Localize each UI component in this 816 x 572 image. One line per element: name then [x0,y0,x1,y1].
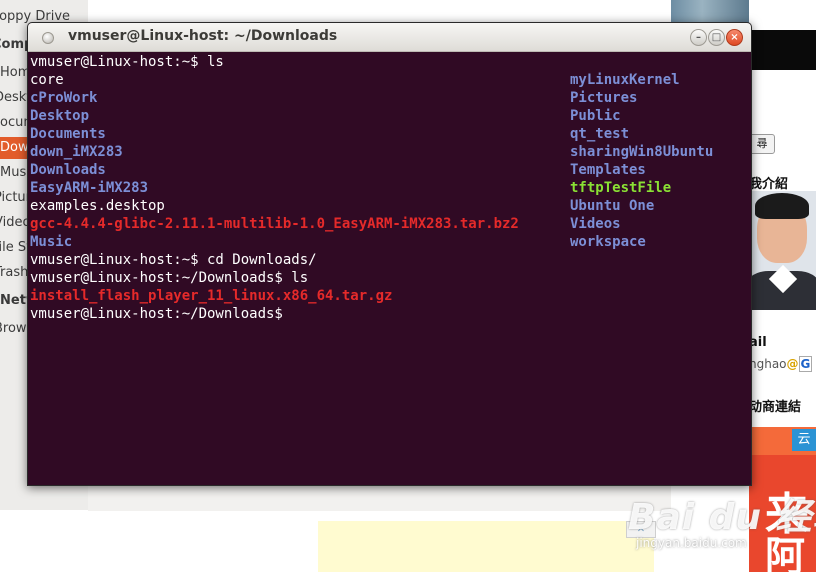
ls-entry-column-2: sharingWin8Ubuntu [570,144,714,160]
file-manager-statusbar [88,484,671,511]
terminal-line: vmuser@Linux-host:~/Downloads$ ls [30,270,309,286]
self-intro-title: 我介紹 [749,177,789,192]
minimize-button[interactable]: – [690,29,707,46]
email-user: nghao [749,357,787,371]
terminal-line: Documents [30,126,106,142]
email-at-icon: @ [786,357,799,371]
terminal-window[interactable]: vmuser@Linux-host: ~/Downloads – □ × vmu… [27,22,752,486]
terminal-line: Music [30,234,73,250]
header-photo [671,0,749,24]
terminal-line: vmuser@Linux-host:~$ ls [30,54,224,70]
ls-entry-column-2: Templates [570,162,646,178]
terminal-line: vmuser@Linux-host:~$ cd Downloads/ [30,252,317,268]
ls-entry-column-2: qt_test [570,126,630,142]
sidebar-item[interactable]: Downloads [0,137,30,159]
terminal-line: gcc-4.4.4-glibc-2.11.1-multilib-1.0_Easy… [30,216,519,232]
gmail-icon: G [798,356,813,372]
ls-entry-column-2: Pictures [570,90,638,106]
terminal-line: examples.desktop [30,198,165,214]
ad-box[interactable] [318,521,654,572]
terminal-line: core [30,72,64,88]
ls-entry-column-2: tftpTestFile [570,180,672,196]
terminal-line: install_flash_player_11_linux.x86_64.tar… [30,288,393,304]
watermark-url: jingyan.baidu.com [636,536,747,550]
terminal-line: EasyARM-iMX283 [30,180,149,196]
terminal-line: cProWork [30,90,98,106]
sidebar-item[interactable]: Trash [0,262,28,284]
baidu-watermark: Bai du 经验 jingyan.baidu.com [628,488,816,568]
close-button[interactable]: × [726,29,743,46]
links-title: 动商連結 [749,400,802,415]
terminal-line: vmuser@Linux-host:~/Downloads$ [30,306,292,322]
ls-entry-column-2: myLinuxKernel [570,72,680,88]
ls-entry-column-2: Public [570,108,621,124]
terminal-line: down_iMX283 [30,144,123,160]
terminal-output[interactable]: vmuser@Linux-host:~$ ls core cProWork Deskt… [28,51,751,485]
maximize-button[interactable]: □ [708,29,725,46]
title-bar[interactable]: vmuser@Linux-host: ~/Downloads – □ × [28,23,751,52]
terminal-line: Desktop [30,108,90,124]
search-button[interactable]: 尋 [749,134,775,154]
ls-entry-column-2: Videos [570,216,621,232]
window-title: vmuser@Linux-host: ~/Downloads [68,28,338,44]
banner-tag: 云 [792,429,816,451]
ls-entry-column-2: workspace [570,234,646,250]
baidu-logo: Bai du 经验 [628,497,816,538]
dark-banner [749,30,816,70]
terminal-app-icon [42,32,54,44]
terminal-line: Downloads [30,162,106,178]
photo-hair [755,193,809,219]
email-value: nghao@ G [749,356,813,372]
profile-photo [751,191,816,310]
ls-entry-column-2: Ubuntu One [570,198,655,214]
